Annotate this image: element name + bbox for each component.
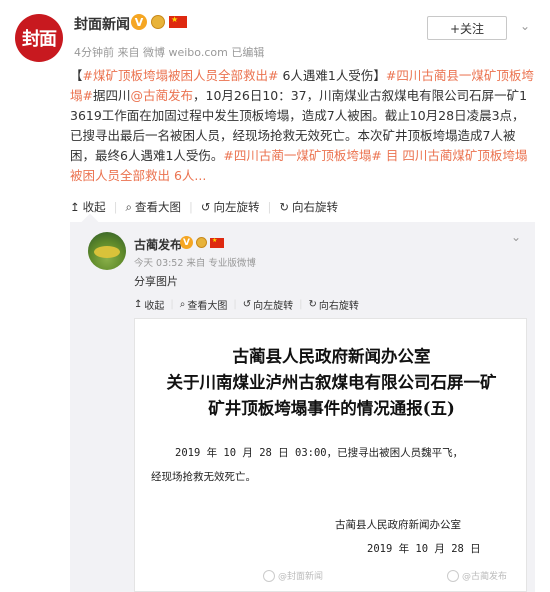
rotate-right-button[interactable]: ↻ 向右旋转 [279, 199, 338, 215]
medal-icon [151, 15, 165, 29]
view-large-button[interactable]: ⌕ 查看大图 [126, 199, 181, 215]
topic-link[interactable]: #四川古蔺一煤矿顶板垮塌# [223, 148, 381, 163]
topic-link[interactable]: #煤矿顶板垮塌被困人员全部救出# [83, 68, 279, 83]
watermark-left: @封面新闻 [263, 569, 323, 582]
collapse-button[interactable]: ↥ 收起 [134, 297, 164, 312]
post-meta: 4分钟前 来自 微博 weibo.com 已编辑 [74, 46, 265, 59]
notice-body-line2: 经现场抢救无效死亡。 [151, 471, 256, 483]
notice-body-line1: 2019 年 10 月 28 日 03:00，已搜寻出被困人员魏平飞， [175, 447, 464, 459]
repost-image-toolbar: ↥ 收起 | ⌕ 查看大图 | ↺ 向左旋转 | ↻ 向右旋转 [134, 297, 359, 312]
rotate-left-button[interactable]: ↺ 向左旋转 [201, 199, 260, 215]
rotate-left-icon: ↺ [200, 200, 211, 214]
watermark-right-text: @古蔺发布 [462, 572, 508, 582]
divider: | [170, 299, 174, 310]
rotate-left-button[interactable]: ↺ 向左旋转 [243, 297, 293, 312]
repost-meta: 今天 03:52 来自 专业版微博 [134, 258, 256, 269]
notice-date: 2019 年 10 月 28 日 [367, 543, 481, 555]
search-icon: ⌕ [179, 299, 186, 310]
collapse-button[interactable]: ↥ 收起 [70, 199, 106, 215]
divider: | [188, 200, 193, 214]
collapse-icon: ↥ [70, 200, 80, 214]
watermark-left-text: @封面新闻 [278, 572, 324, 582]
notice-image[interactable]: 古蔺县人民政府新闻办公室 关于川南煤业泸州古叙煤电有限公司石屏一矿 矿井顶板垮塌… [134, 318, 527, 592]
repost-user-name[interactable]: 古蔺发布 [134, 236, 182, 253]
post-text-segment: 【 [70, 68, 83, 83]
rotate-right-icon: ↻ [308, 299, 317, 310]
divider: | [267, 200, 272, 214]
chevron-down-icon[interactable]: ⌄ [515, 16, 535, 36]
weibo-icon [447, 569, 459, 582]
post-text-segment: 6人遇难1人受伤】 [278, 68, 386, 83]
divider: | [113, 200, 118, 214]
rotate-left-label: 向左旋转 [213, 200, 260, 214]
rotate-right-label: 向右旋转 [318, 301, 359, 312]
watermark-right: @古蔺发布 [447, 569, 507, 582]
collapse-label: 收起 [144, 301, 165, 312]
notice-title-line1: 古蔺县人民政府新闻办公室 [232, 347, 431, 366]
chevron-down-icon[interactable]: ⌄ [511, 230, 521, 244]
avatar-logo-text: 封面 [22, 29, 57, 50]
rotate-right-button[interactable]: ↻ 向右旋转 [309, 297, 359, 312]
china-flag-icon [169, 15, 187, 28]
image-toolbar: ↥ 收起 | ⌕ 查看大图 | ↺ 向左旋转 | ↻ 向右旋转 [70, 199, 338, 215]
search-icon: ⌕ [125, 199, 132, 214]
repost-avatar[interactable] [88, 232, 126, 270]
china-flag-icon [210, 237, 224, 248]
follow-button[interactable]: +关注 [427, 16, 507, 40]
repost-text: 分享图片 [134, 275, 178, 288]
verified-icon: V [180, 236, 193, 249]
medal-icon [196, 237, 207, 248]
divider: | [233, 299, 237, 310]
notice-title-line2: 关于川南煤业泸州古叙煤电有限公司石屏一矿 [166, 373, 497, 392]
collapse-label: 收起 [82, 200, 106, 214]
view-large-button[interactable]: ⌕ 查看大图 [180, 297, 228, 312]
repost-badges: V [180, 236, 224, 249]
avatar[interactable]: 封面 [15, 14, 63, 62]
weibo-icon [263, 569, 275, 582]
divider: | [299, 299, 303, 310]
view-large-label: 查看大图 [134, 200, 181, 214]
rotate-right-label: 向右旋转 [292, 200, 338, 214]
notice-title-line3: 矿井顶板垮塌事件的情况通报(五) [208, 399, 455, 418]
verified-icon: V [131, 14, 147, 30]
collapse-icon: ↥ [134, 299, 143, 310]
rotate-left-label: 向左旋转 [253, 301, 294, 312]
user-badges: V [131, 14, 187, 30]
notice-signature: 古蔺县人民政府新闻办公室 [335, 519, 461, 531]
post-text: 【#煤矿顶板垮塌被困人员全部救出# 6人遇难1人受伤】#四川古蔺县一煤矿顶板垮塌… [70, 66, 535, 186]
rotate-left-icon: ↺ [242, 299, 252, 310]
topic-link[interactable]: @古蔺发布 [131, 88, 194, 103]
view-large-label: 查看大图 [187, 301, 228, 312]
user-name[interactable]: 封面新闻 [74, 14, 130, 34]
post-text-segment: 据四川 [92, 88, 131, 103]
rotate-right-icon: ↻ [279, 200, 289, 214]
